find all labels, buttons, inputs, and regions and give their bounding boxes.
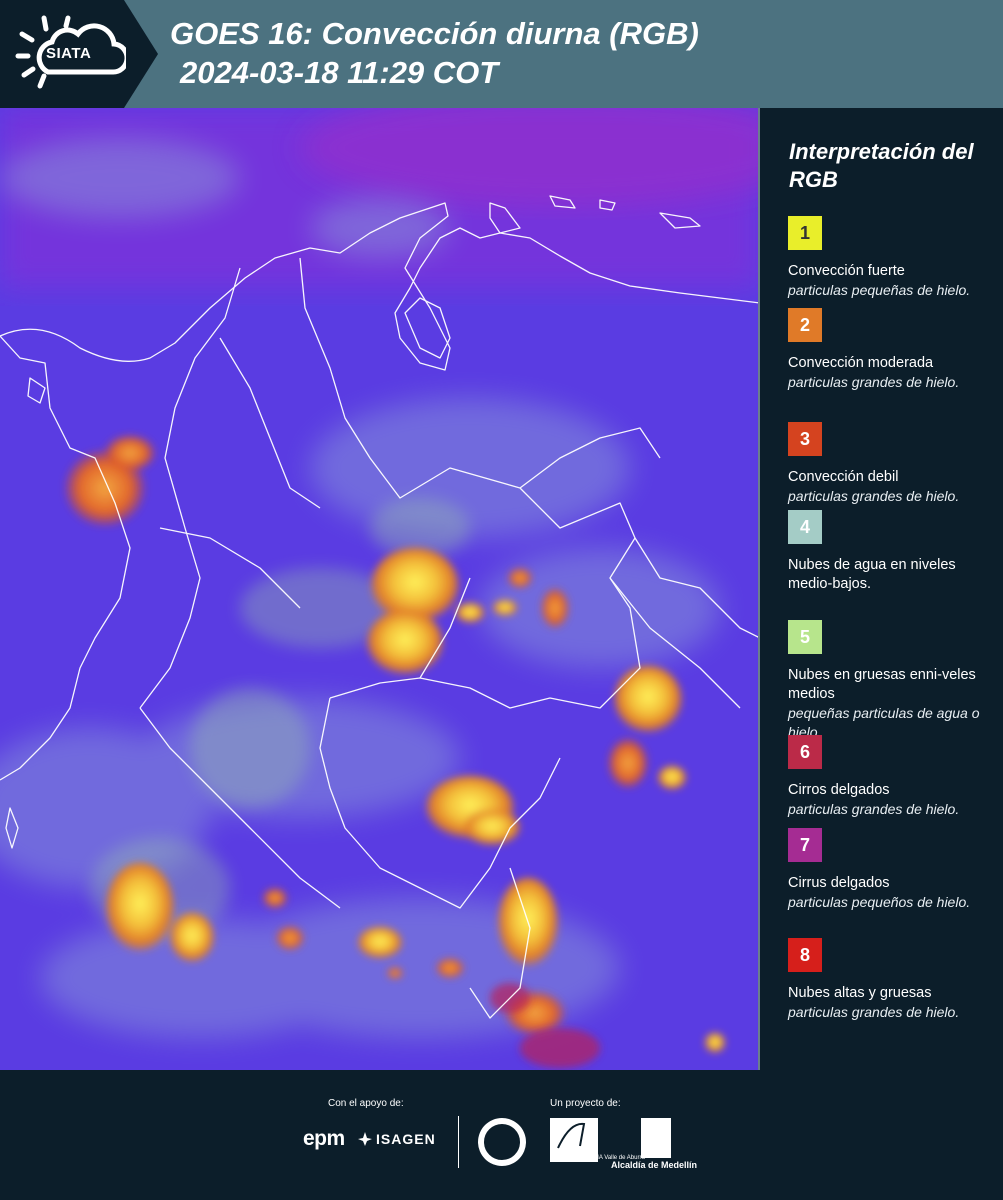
footer-divider — [458, 1116, 459, 1168]
legend-label: Convección fuerte — [788, 263, 905, 279]
legend-panel: Interpretación del RGB 1 Convección fuert… — [761, 108, 1003, 1070]
legend-swatch: 4 — [788, 510, 822, 544]
satellite-map — [0, 108, 760, 1070]
legend-desc: particulas grandes de hielo. — [788, 374, 960, 390]
satellite-image — [0, 108, 758, 1070]
legend-item: 5 Nubes en gruesas enni-veles medios peque… — [788, 620, 993, 742]
legend-desc: particulas pequeños de hielo. — [788, 894, 971, 910]
legend-item: 2 Convección moderada particulas grandes d… — [788, 308, 993, 392]
legend-swatch: 7 — [788, 828, 822, 862]
epm-logo: epm — [303, 1127, 345, 1150]
legend-swatch: 2 — [788, 308, 822, 342]
support-label: Con el apoyo de: — [328, 1098, 404, 1109]
legend-swatch: 6 — [788, 735, 822, 769]
legend-desc: particulas grandes de hielo. — [788, 1004, 960, 1020]
legend-desc: particulas grandes de hielo. — [788, 488, 960, 504]
legend-item: 4 Nubes de agua en niveles medio-bajos. — [788, 510, 993, 594]
siata-logo: SIATA — [0, 0, 158, 108]
logo-text: SIATA — [46, 45, 92, 62]
legend-label: Convección moderada — [788, 355, 934, 371]
legend-title: Interpretación del RGB — [789, 139, 974, 192]
legend-label: Nubes de agua en niveles medio-bajos. — [788, 557, 956, 592]
legend-item: 1 Convección fuerte particulas pequeñas de… — [788, 216, 993, 300]
legend-item: 3 Convección debil particulas grandes de h… — [788, 422, 993, 506]
legend-item: 6 Cirros delgados particulas grandes de hi… — [788, 735, 993, 819]
legend-label: Cirrus delgados — [788, 875, 890, 891]
legend-swatch: 3 — [788, 422, 822, 456]
header-bar: SIATA GOES 16: Convección diurna (RGB) 2… — [0, 0, 1003, 108]
legend-desc: particulas pequeñas de hielo. — [788, 282, 971, 298]
area-mark-icon — [557, 1122, 586, 1149]
legend-item: 7 Cirrus delgados particulas pequeños de h… — [788, 828, 993, 912]
legend-label: Nubes altas y gruesas — [788, 985, 932, 1001]
page-title: GOES 16: Convección diurna (RGB) — [170, 16, 699, 51]
legend-swatch: 5 — [788, 620, 822, 654]
legend-item: 8 Nubes altas y gruesas particulas grandes… — [788, 938, 993, 1022]
legend-label: Convección debil — [788, 469, 899, 485]
footer: Con el apoyo de: Un proyecto de: epm ISA… — [0, 1070, 1003, 1200]
isagen-logo: ISAGEN — [376, 1131, 436, 1147]
legend-desc: particulas grandes de hielo. — [788, 801, 960, 817]
timestamp: 2024-03-18 11:29 COT — [180, 55, 499, 90]
seal-logo — [478, 1118, 526, 1166]
legend-swatch: 8 — [788, 938, 822, 972]
alcaldia-text: Alcaldía de Medellín — [611, 1160, 698, 1170]
legend-label: Cirros delgados — [788, 782, 890, 798]
project-label: Un proyecto de: — [550, 1098, 621, 1109]
alcaldia-shield-icon — [641, 1118, 671, 1158]
isagen-icon — [358, 1132, 372, 1146]
legend-swatch: 1 — [788, 216, 822, 250]
legend-label: Nubes en gruesas enni-veles medios — [788, 667, 976, 702]
